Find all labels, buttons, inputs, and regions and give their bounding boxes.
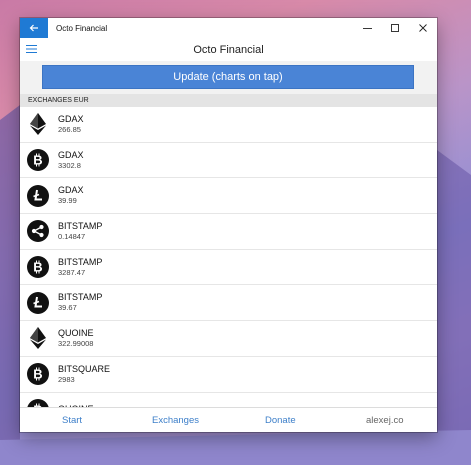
exchange-name: BITSTAMP — [58, 292, 103, 303]
bottom-nav: Start Exchanges Donate alexej.co — [20, 407, 437, 432]
exchange-name: BITSTAMP — [58, 220, 103, 231]
maximize-icon — [391, 24, 399, 32]
svg-text:B: B — [33, 153, 42, 168]
svg-text:B: B — [33, 367, 42, 382]
bitcoin-icon: B — [27, 363, 49, 386]
exchange-name: GDAX — [58, 113, 84, 124]
window-title: Octo Financial — [56, 23, 108, 33]
ethereum-icon — [27, 113, 49, 136]
exchange-price: 39.99 — [58, 196, 77, 206]
exchange-info: GDAX 3302.8 — [58, 150, 84, 171]
litecoin-icon — [27, 291, 49, 314]
close-icon — [419, 24, 427, 32]
bitcoin-icon: B — [27, 149, 49, 172]
exchange-info: GDAX 266.85 — [58, 114, 84, 135]
nav-exchanges[interactable]: Exchanges — [152, 415, 199, 426]
exchange-row[interactable]: BQUOINE — [20, 393, 437, 407]
exchange-name: GDAX — [58, 149, 84, 160]
app-header: Octo Financial — [20, 38, 437, 61]
exchange-price: 2983 — [58, 374, 75, 384]
exchange-price: 3302.8 — [58, 160, 81, 170]
exchange-row[interactable]: B GDAX 3302.8 — [20, 143, 437, 179]
exchange-row[interactable]: GDAX 266.85 — [20, 107, 437, 143]
exchange-info: BITSTAMP 39.67 — [58, 292, 102, 313]
ethereum-icon — [27, 327, 49, 350]
app-window: Octo Financial Octo Financial Update (ch… — [20, 18, 437, 432]
litecoin-icon — [27, 184, 49, 207]
minimize-button[interactable] — [353, 18, 381, 38]
exchange-price: 39.67 — [58, 303, 77, 313]
exchange-info: BITSTAMP 3287.47 — [58, 257, 102, 278]
exchange-price: 266.85 — [58, 124, 81, 134]
exchange-info: GDAX 39.99 — [58, 185, 84, 206]
exchange-list: GDAX 266.85 B GDAX 3302.8 GDAX 39.99 BITSTAMP 0.… — [20, 107, 437, 407]
exchange-info: QUOINE 322.99008 — [58, 328, 94, 349]
exchange-name: GDAX — [58, 185, 84, 196]
bitcoin-icon: B — [27, 398, 49, 407]
credit-link[interactable]: alexej.co — [366, 415, 404, 426]
exchange-row[interactable]: GDAX 39.99 — [20, 178, 437, 215]
section-header: EXCHANGES EUR — [20, 94, 437, 107]
maximize-button[interactable] — [381, 18, 409, 38]
close-button[interactable] — [409, 18, 437, 38]
exchange-price: 322.99008 — [58, 338, 94, 348]
exchange-row[interactable]: BITSTAMP 0.14847 — [20, 214, 437, 250]
back-arrow-icon — [29, 24, 38, 32]
exchange-info: BITSTAMP 0.14847 — [58, 221, 102, 242]
page-title: Octo Financial — [193, 43, 264, 56]
exchange-name: QUOINE — [58, 327, 94, 338]
title-bar: Octo Financial — [20, 18, 437, 38]
minimize-icon — [362, 27, 372, 29]
bitcoin-icon: B — [27, 256, 49, 279]
exchange-row[interactable]: QUOINE 322.99008 — [20, 321, 437, 357]
update-button[interactable]: Update (charts on tap) — [42, 65, 414, 89]
hamburger-menu-icon[interactable] — [26, 44, 37, 54]
ripple-icon — [27, 220, 49, 243]
exchange-price: 3287.47 — [58, 267, 86, 277]
exchange-name: BITSQUARE — [58, 363, 111, 374]
svg-text:B: B — [33, 260, 42, 275]
exchange-row[interactable]: B BITSTAMP 3287.47 — [20, 250, 437, 286]
exchange-price: 0.14847 — [58, 231, 86, 241]
nav-donate[interactable]: Donate — [265, 415, 296, 426]
update-bar: Update (charts on tap) — [20, 61, 437, 94]
back-button[interactable] — [20, 18, 48, 38]
exchange-name: BITSTAMP — [58, 256, 103, 267]
nav-start[interactable]: Start — [62, 415, 82, 426]
exchange-row[interactable]: BITSTAMP 39.67 — [20, 285, 437, 322]
exchange-info: BITSQUARE 2983 — [58, 364, 110, 385]
exchange-row[interactable]: B BITSQUARE 2983 — [20, 357, 437, 393]
